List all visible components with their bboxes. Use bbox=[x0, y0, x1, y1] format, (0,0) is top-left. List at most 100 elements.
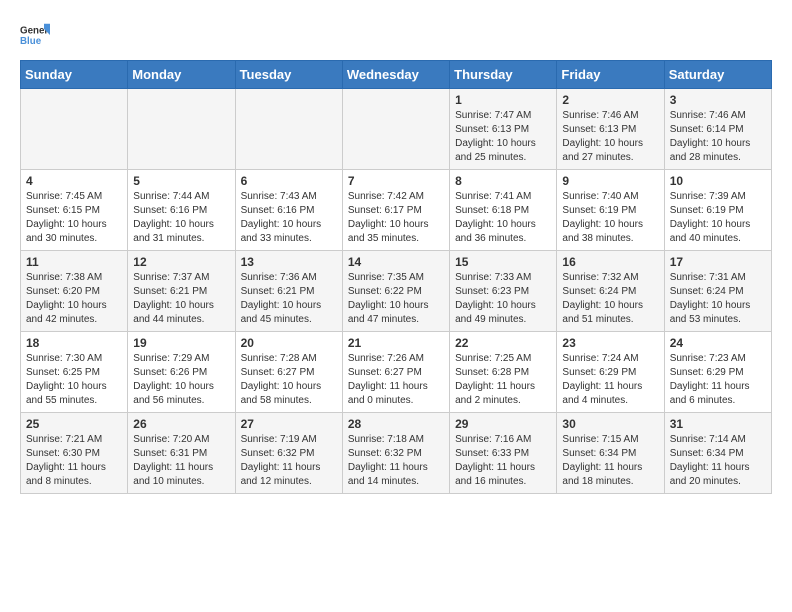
day-number: 2 bbox=[562, 93, 658, 107]
logo-icon: General Blue bbox=[20, 20, 50, 50]
day-info: Sunrise: 7:23 AMSunset: 6:29 PMDaylight:… bbox=[670, 352, 766, 408]
day-info: Sunrise: 7:30 AMSunset: 6:25 PMDaylight:… bbox=[26, 352, 122, 408]
day-cell: 18 Sunrise: 7:30 AMSunset: 6:25 PMDayligh… bbox=[21, 332, 128, 413]
day-cell bbox=[342, 89, 449, 170]
day-cell: 16Sunrise: 7:32 AMSunset: 6:24 PMDayligh… bbox=[557, 251, 664, 332]
day-number: 29 bbox=[455, 417, 551, 431]
header: General Blue bbox=[20, 20, 772, 50]
day-info: Sunrise: 7:26 AMSunset: 6:27 PMDaylight:… bbox=[348, 352, 444, 408]
day-info: Sunrise: 7:37 AMSunset: 6:21 PMDaylight:… bbox=[133, 271, 229, 327]
day-info: Sunrise: 7:35 AMSunset: 6:22 PMDaylight:… bbox=[348, 271, 444, 327]
day-number: 24 bbox=[670, 336, 766, 350]
day-number: 22 bbox=[455, 336, 551, 350]
day-cell: 20 Sunrise: 7:28 AMSunset: 6:27 PMDayligh… bbox=[235, 332, 342, 413]
day-info: Sunrise: 7:14 AMSunset: 6:34 PMDaylight:… bbox=[670, 433, 766, 489]
day-cell: 28 Sunrise: 7:18 AMSunset: 6:32 PMDayligh… bbox=[342, 413, 449, 494]
day-number: 20 bbox=[241, 336, 337, 350]
day-number: 8 bbox=[455, 174, 551, 188]
day-info: Sunrise: 7:28 AMSunset: 6:27 PMDaylight:… bbox=[241, 352, 337, 408]
day-info: Sunrise: 7:32 AMSunset: 6:24 PMDaylight:… bbox=[562, 271, 658, 327]
logo: General Blue bbox=[20, 20, 50, 50]
day-number: 14 bbox=[348, 255, 444, 269]
day-number: 25 bbox=[26, 417, 122, 431]
calendar-body: 1 Sunrise: 7:47 AMSunset: 6:13 PMDaylight… bbox=[21, 89, 772, 494]
day-cell: 11Sunrise: 7:38 AMSunset: 6:20 PMDayligh… bbox=[21, 251, 128, 332]
day-cell: 8 Sunrise: 7:41 AMSunset: 6:18 PMDaylight… bbox=[450, 170, 557, 251]
day-cell: 2 Sunrise: 7:46 AMSunset: 6:13 PMDaylight… bbox=[557, 89, 664, 170]
day-cell: 3 Sunrise: 7:46 AMSunset: 6:14 PMDaylight… bbox=[664, 89, 771, 170]
day-cell: 9 Sunrise: 7:40 AMSunset: 6:19 PMDaylight… bbox=[557, 170, 664, 251]
day-info: Sunrise: 7:40 AMSunset: 6:19 PMDaylight:… bbox=[562, 190, 658, 246]
day-number: 26 bbox=[133, 417, 229, 431]
day-cell: 4 Sunrise: 7:45 AMSunset: 6:15 PMDaylight… bbox=[21, 170, 128, 251]
header-day-saturday: Saturday bbox=[664, 61, 771, 89]
day-cell: 13Sunrise: 7:36 AMSunset: 6:21 PMDayligh… bbox=[235, 251, 342, 332]
day-info: Sunrise: 7:45 AMSunset: 6:15 PMDaylight:… bbox=[26, 190, 122, 246]
day-info: Sunrise: 7:38 AMSunset: 6:20 PMDaylight:… bbox=[26, 271, 122, 327]
day-info: Sunrise: 7:44 AMSunset: 6:16 PMDaylight:… bbox=[133, 190, 229, 246]
day-info: Sunrise: 7:39 AMSunset: 6:19 PMDaylight:… bbox=[670, 190, 766, 246]
day-number: 18 bbox=[26, 336, 122, 350]
day-info: Sunrise: 7:15 AMSunset: 6:34 PMDaylight:… bbox=[562, 433, 658, 489]
day-cell: 31 Sunrise: 7:14 AMSunset: 6:34 PMDayligh… bbox=[664, 413, 771, 494]
day-number: 4 bbox=[26, 174, 122, 188]
header-day-wednesday: Wednesday bbox=[342, 61, 449, 89]
week-row-4: 18 Sunrise: 7:30 AMSunset: 6:25 PMDayligh… bbox=[21, 332, 772, 413]
day-number: 9 bbox=[562, 174, 658, 188]
day-info: Sunrise: 7:43 AMSunset: 6:16 PMDaylight:… bbox=[241, 190, 337, 246]
day-number: 27 bbox=[241, 417, 337, 431]
day-info: Sunrise: 7:19 AMSunset: 6:32 PMDaylight:… bbox=[241, 433, 337, 489]
day-cell: 26 Sunrise: 7:20 AMSunset: 6:31 PMDayligh… bbox=[128, 413, 235, 494]
week-row-1: 1 Sunrise: 7:47 AMSunset: 6:13 PMDaylight… bbox=[21, 89, 772, 170]
day-info: Sunrise: 7:46 AMSunset: 6:13 PMDaylight:… bbox=[562, 109, 658, 165]
day-info: Sunrise: 7:18 AMSunset: 6:32 PMDaylight:… bbox=[348, 433, 444, 489]
day-cell bbox=[235, 89, 342, 170]
day-info: Sunrise: 7:36 AMSunset: 6:21 PMDaylight:… bbox=[241, 271, 337, 327]
day-info: Sunrise: 7:33 AMSunset: 6:23 PMDaylight:… bbox=[455, 271, 551, 327]
day-info: Sunrise: 7:16 AMSunset: 6:33 PMDaylight:… bbox=[455, 433, 551, 489]
header-day-sunday: Sunday bbox=[21, 61, 128, 89]
day-number: 6 bbox=[241, 174, 337, 188]
day-cell: 21 Sunrise: 7:26 AMSunset: 6:27 PMDayligh… bbox=[342, 332, 449, 413]
day-cell: 25 Sunrise: 7:21 AMSunset: 6:30 PMDayligh… bbox=[21, 413, 128, 494]
day-number: 15 bbox=[455, 255, 551, 269]
header-day-friday: Friday bbox=[557, 61, 664, 89]
day-cell: 24 Sunrise: 7:23 AMSunset: 6:29 PMDayligh… bbox=[664, 332, 771, 413]
day-number: 19 bbox=[133, 336, 229, 350]
day-number: 30 bbox=[562, 417, 658, 431]
calendar-header: SundayMondayTuesdayWednesdayThursdayFrid… bbox=[21, 61, 772, 89]
day-cell: 29 Sunrise: 7:16 AMSunset: 6:33 PMDayligh… bbox=[450, 413, 557, 494]
day-number: 28 bbox=[348, 417, 444, 431]
day-info: Sunrise: 7:46 AMSunset: 6:14 PMDaylight:… bbox=[670, 109, 766, 165]
day-number: 31 bbox=[670, 417, 766, 431]
week-row-3: 11Sunrise: 7:38 AMSunset: 6:20 PMDayligh… bbox=[21, 251, 772, 332]
day-number: 3 bbox=[670, 93, 766, 107]
day-cell: 22 Sunrise: 7:25 AMSunset: 6:28 PMDayligh… bbox=[450, 332, 557, 413]
header-day-monday: Monday bbox=[128, 61, 235, 89]
day-info: Sunrise: 7:21 AMSunset: 6:30 PMDaylight:… bbox=[26, 433, 122, 489]
day-number: 12 bbox=[133, 255, 229, 269]
day-cell: 23Sunrise: 7:24 AMSunset: 6:29 PMDayligh… bbox=[557, 332, 664, 413]
day-info: Sunrise: 7:41 AMSunset: 6:18 PMDaylight:… bbox=[455, 190, 551, 246]
day-cell: 17Sunrise: 7:31 AMSunset: 6:24 PMDayligh… bbox=[664, 251, 771, 332]
day-cell: 12 Sunrise: 7:37 AMSunset: 6:21 PMDayligh… bbox=[128, 251, 235, 332]
calendar-table: SundayMondayTuesdayWednesdayThursdayFrid… bbox=[20, 60, 772, 494]
day-info: Sunrise: 7:47 AMSunset: 6:13 PMDaylight:… bbox=[455, 109, 551, 165]
day-info: Sunrise: 7:25 AMSunset: 6:28 PMDaylight:… bbox=[455, 352, 551, 408]
day-cell: 10Sunrise: 7:39 AMSunset: 6:19 PMDayligh… bbox=[664, 170, 771, 251]
day-cell: 30 Sunrise: 7:15 AMSunset: 6:34 PMDayligh… bbox=[557, 413, 664, 494]
day-number: 1 bbox=[455, 93, 551, 107]
day-info: Sunrise: 7:31 AMSunset: 6:24 PMDaylight:… bbox=[670, 271, 766, 327]
week-row-2: 4 Sunrise: 7:45 AMSunset: 6:15 PMDaylight… bbox=[21, 170, 772, 251]
header-day-thursday: Thursday bbox=[450, 61, 557, 89]
header-row: SundayMondayTuesdayWednesdayThursdayFrid… bbox=[21, 61, 772, 89]
day-cell: 27 Sunrise: 7:19 AMSunset: 6:32 PMDayligh… bbox=[235, 413, 342, 494]
day-number: 21 bbox=[348, 336, 444, 350]
day-cell: 1 Sunrise: 7:47 AMSunset: 6:13 PMDaylight… bbox=[450, 89, 557, 170]
day-number: 7 bbox=[348, 174, 444, 188]
day-number: 5 bbox=[133, 174, 229, 188]
day-cell: 5 Sunrise: 7:44 AMSunset: 6:16 PMDaylight… bbox=[128, 170, 235, 251]
day-cell bbox=[21, 89, 128, 170]
day-info: Sunrise: 7:20 AMSunset: 6:31 PMDaylight:… bbox=[133, 433, 229, 489]
svg-text:Blue: Blue bbox=[20, 36, 42, 47]
